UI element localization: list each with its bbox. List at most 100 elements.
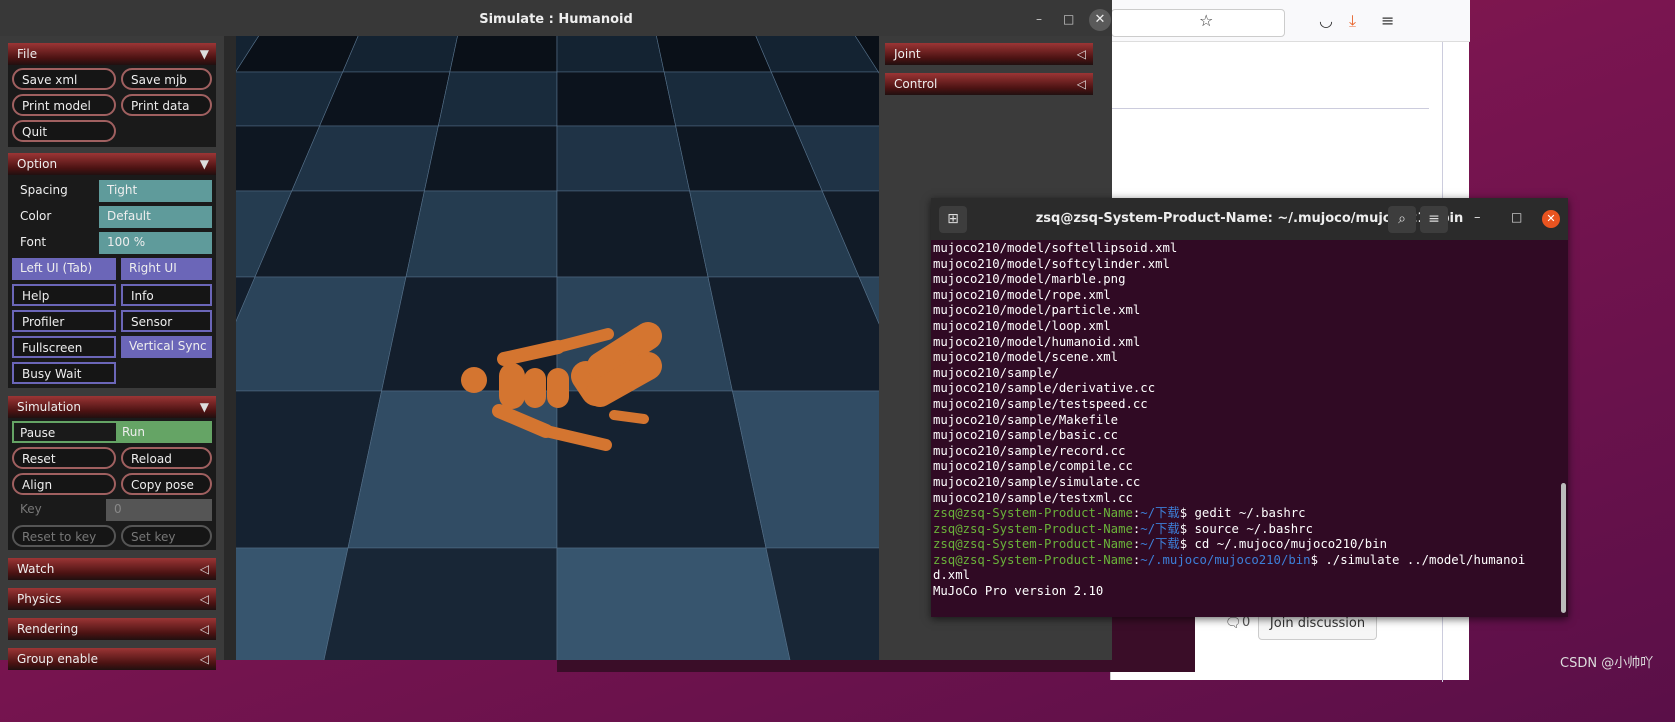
search-icon[interactable]: ⌕ bbox=[1388, 206, 1416, 233]
maximize-icon[interactable]: □ bbox=[1063, 12, 1074, 26]
browser-toolbar: ☆ ◡ ⤓ ≡ bbox=[1111, 0, 1470, 42]
section-label: Physics bbox=[17, 592, 62, 606]
section-header[interactable]: Group enable ◁ bbox=[8, 648, 216, 670]
section-watch[interactable]: Watch ◁ bbox=[8, 558, 216, 580]
section-physics[interactable]: Physics ◁ bbox=[8, 588, 216, 610]
triangle-left-icon: ◁ bbox=[199, 562, 209, 576]
floor-tile bbox=[556, 71, 677, 127]
floor-tile bbox=[236, 276, 407, 392]
maximize-icon[interactable]: □ bbox=[1511, 210, 1522, 224]
section-rendering[interactable]: Rendering ◁ bbox=[8, 618, 216, 640]
section-group-enable[interactable]: Group enable ◁ bbox=[8, 648, 216, 670]
humanoid-body-part bbox=[461, 367, 487, 393]
toggle-profiler[interactable]: Profiler bbox=[12, 310, 116, 332]
color-select[interactable]: Default bbox=[99, 206, 212, 228]
output-line: mujoco210/model/softellipsoid.xml bbox=[933, 241, 1178, 255]
pocket-icon[interactable]: ◡ bbox=[1319, 11, 1333, 30]
set-key-button[interactable]: Set key bbox=[121, 525, 212, 547]
toggle-fullscreen[interactable]: Fullscreen bbox=[12, 336, 116, 358]
save-mjb-button[interactable]: Save mjb bbox=[121, 68, 212, 90]
reset-button[interactable]: Reset bbox=[12, 447, 116, 469]
section-joint[interactable]: Joint ◁ bbox=[885, 43, 1093, 65]
hamburger-menu-icon[interactable]: ≡ bbox=[1420, 206, 1448, 233]
3d-viewport[interactable] bbox=[236, 36, 879, 660]
output-line: mujoco210/sample/record.cc bbox=[933, 443, 1126, 458]
section-header[interactable]: Control ◁ bbox=[885, 73, 1093, 95]
output-line: mujoco210/sample/compile.cc bbox=[933, 459, 1133, 474]
bookmark-star-icon[interactable]: ☆ bbox=[1199, 11, 1213, 30]
font-label: Font bbox=[20, 235, 47, 249]
toggle-help[interactable]: Help bbox=[12, 284, 116, 306]
comment-icon: 🗨 bbox=[1225, 616, 1242, 631]
spacing-select[interactable]: Tight bbox=[99, 180, 212, 202]
close-icon[interactable]: ✕ bbox=[1089, 9, 1111, 31]
toggle-sensor[interactable]: Sensor bbox=[121, 310, 212, 332]
pause-option[interactable]: Pause bbox=[14, 423, 116, 441]
reset-to-key-button[interactable]: Reset to key bbox=[12, 525, 116, 547]
reload-button[interactable]: Reload bbox=[121, 447, 212, 469]
url-bar[interactable] bbox=[1111, 9, 1285, 37]
key-slider[interactable]: 0 bbox=[106, 499, 212, 521]
file-section: File ▼ Save xml Save mjb Print model Prin… bbox=[8, 43, 216, 147]
quit-button[interactable]: Quit bbox=[12, 120, 116, 142]
section-header[interactable]: Joint ◁ bbox=[885, 43, 1093, 65]
triangle-down-icon: ▼ bbox=[199, 157, 209, 171]
minimize-icon[interactable]: – bbox=[1474, 210, 1481, 225]
output-line: mujoco210/model/loop.xml bbox=[933, 318, 1111, 333]
toggle-left-ui-tab[interactable]: Left UI (Tab) bbox=[12, 258, 116, 280]
csdn-watermark: CSDN @小帅吖 bbox=[1560, 656, 1654, 671]
file-header[interactable]: File ▼ bbox=[8, 43, 216, 65]
toggle-info[interactable]: Info bbox=[121, 284, 212, 306]
prompt-path: ~/下载 bbox=[1140, 506, 1180, 521]
section-header[interactable]: Physics ◁ bbox=[8, 588, 216, 610]
output-line: mujoco210/model/particle.xml bbox=[933, 303, 1141, 318]
menu-icon[interactable]: ≡ bbox=[1381, 11, 1394, 30]
output-line: mujoco210/sample/ bbox=[933, 365, 1059, 380]
floor-tile bbox=[342, 36, 458, 73]
pause-run-radio: Pause Run bbox=[12, 421, 212, 443]
prompt-path: ~/.mujoco/mujoco210/bin bbox=[1140, 552, 1311, 567]
copy-pose-button[interactable]: Copy pose bbox=[121, 473, 212, 495]
triangle-down-icon: ▼ bbox=[199, 47, 209, 61]
font-select[interactable]: 100 % bbox=[99, 232, 212, 254]
toggle-right-ui[interactable]: Right UI bbox=[121, 258, 212, 280]
floor-tile bbox=[556, 547, 791, 660]
section-header[interactable]: Watch ◁ bbox=[8, 558, 216, 580]
terminal-scrollbar[interactable] bbox=[1561, 483, 1566, 613]
print-model-button[interactable]: Print model bbox=[12, 94, 116, 116]
prompt-command: cd ~/.mujoco/mujoco210/bin bbox=[1194, 537, 1388, 552]
terminal-output[interactable]: mujoco210/model/softellipsoid.xml mujoco2… bbox=[933, 241, 1525, 600]
color-label: Color bbox=[20, 209, 52, 223]
floor-tile bbox=[405, 190, 558, 278]
output-line: mujoco210/sample/derivative.cc bbox=[933, 381, 1156, 396]
terminal-title: zsq@zsq-System-Product-Name: ~/.mujoco/m… bbox=[931, 198, 1568, 240]
toggle-vertical-sync[interactable]: Vertical Sync bbox=[121, 336, 212, 358]
left-scrollbar[interactable] bbox=[224, 36, 236, 660]
save-xml-button[interactable]: Save xml bbox=[12, 68, 116, 90]
section-header[interactable]: Rendering ◁ bbox=[8, 618, 216, 640]
toggle-busy-wait[interactable]: Busy Wait bbox=[12, 362, 116, 384]
prompt-user: zsq@zsq-System-Product-Name bbox=[933, 521, 1133, 536]
option-header[interactable]: Option ▼ bbox=[8, 153, 216, 175]
run-option[interactable]: Run bbox=[116, 423, 212, 441]
section-control[interactable]: Control ◁ bbox=[885, 73, 1093, 95]
align-button[interactable]: Align bbox=[12, 473, 116, 495]
floor-tile bbox=[656, 36, 772, 73]
output-line: mujoco210/sample/testspeed.cc bbox=[933, 396, 1148, 411]
floor-tile bbox=[424, 125, 558, 192]
prompt-line: zsq@zsq-System-Product-Name:~/下载$ gedit … bbox=[933, 506, 1306, 521]
new-tab-icon[interactable]: ⊞ bbox=[939, 206, 967, 233]
section-label: Control bbox=[894, 77, 938, 91]
print-data-button[interactable]: Print data bbox=[121, 94, 212, 116]
floor-tile bbox=[556, 390, 767, 549]
floor-tile bbox=[319, 71, 451, 127]
section-label: Rendering bbox=[17, 622, 79, 636]
simulation-header[interactable]: Simulation ▼ bbox=[8, 396, 216, 418]
triangle-left-icon: ◁ bbox=[199, 652, 209, 666]
close-icon[interactable]: ✕ bbox=[1542, 210, 1560, 228]
floor-tile bbox=[556, 190, 709, 278]
floor-tile bbox=[556, 125, 690, 192]
minimize-icon[interactable]: – bbox=[1036, 12, 1042, 26]
floor-tile bbox=[323, 547, 558, 660]
download-icon[interactable]: ⤓ bbox=[1349, 11, 1356, 31]
